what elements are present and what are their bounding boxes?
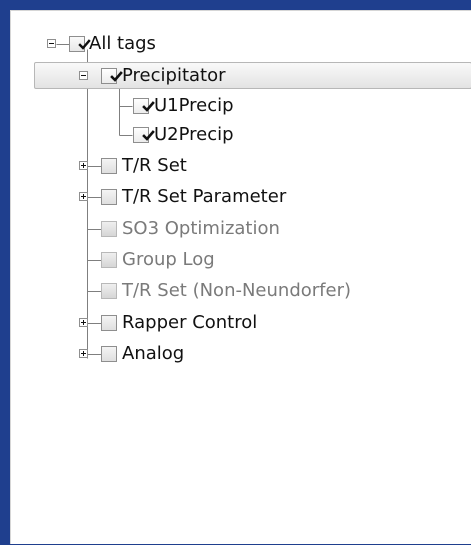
tree-item-precipitator[interactable]: Precipitator bbox=[11, 63, 471, 89]
disabled-checkbox-icon bbox=[101, 221, 117, 237]
partial-checkbox-icon[interactable] bbox=[69, 36, 91, 52]
tree-item-u1precip[interactable]: U1Precip bbox=[11, 93, 471, 119]
tags-tree-panel: All tags Precipitator U1Precip U2Precip … bbox=[10, 10, 471, 544]
tree-item-label: T/R Set Parameter bbox=[122, 186, 287, 207]
tree-item-label: All tags bbox=[89, 33, 156, 54]
tree-item-analog[interactable]: Analog bbox=[11, 341, 471, 367]
expand-icon[interactable] bbox=[79, 161, 88, 170]
tree-item-label: Group Log bbox=[122, 249, 215, 270]
tree-item-all-tags[interactable]: All tags bbox=[11, 31, 471, 57]
tree-item-u2precip[interactable]: U2Precip bbox=[11, 122, 471, 148]
tree-item-label: SO3 Optimization bbox=[122, 218, 280, 239]
tree-item-t-r-set-non-neundorfer: T/R Set (Non-Neundorfer) bbox=[11, 278, 471, 304]
tree-item-group-log: Group Log bbox=[11, 247, 471, 273]
checked-checkbox-icon[interactable] bbox=[133, 98, 155, 114]
tree-item-label: T/R Set bbox=[122, 155, 187, 176]
unchecked-checkbox-icon[interactable] bbox=[101, 189, 117, 205]
expand-icon[interactable] bbox=[79, 192, 88, 201]
tree-item-label: T/R Set (Non-Neundorfer) bbox=[122, 280, 351, 301]
tree-item-t-r-set[interactable]: T/R Set bbox=[11, 153, 471, 179]
tree-item-so3-optimization: SO3 Optimization bbox=[11, 216, 471, 242]
unchecked-checkbox-icon[interactable] bbox=[101, 158, 117, 174]
tree-item-label: U2Precip bbox=[154, 124, 234, 145]
tree-item-t-r-set-parameter[interactable]: T/R Set Parameter bbox=[11, 184, 471, 210]
expand-icon[interactable] bbox=[79, 349, 88, 358]
disabled-checkbox-icon bbox=[101, 252, 117, 268]
collapse-icon[interactable] bbox=[47, 39, 56, 48]
tree-item-label: Analog bbox=[122, 343, 185, 364]
tree-item-rapper-control[interactable]: Rapper Control bbox=[11, 310, 471, 336]
collapse-icon[interactable] bbox=[79, 71, 88, 80]
unchecked-checkbox-icon[interactable] bbox=[101, 315, 117, 331]
unchecked-checkbox-icon[interactable] bbox=[101, 346, 117, 362]
tree-item-label: U1Precip bbox=[154, 95, 234, 116]
checked-checkbox-icon[interactable] bbox=[101, 68, 123, 84]
expand-icon[interactable] bbox=[79, 318, 88, 327]
disabled-checkbox-icon bbox=[101, 283, 117, 299]
checked-checkbox-icon[interactable] bbox=[133, 127, 155, 143]
tree-item-label: Rapper Control bbox=[122, 312, 258, 333]
tree-item-label: Precipitator bbox=[122, 65, 226, 86]
